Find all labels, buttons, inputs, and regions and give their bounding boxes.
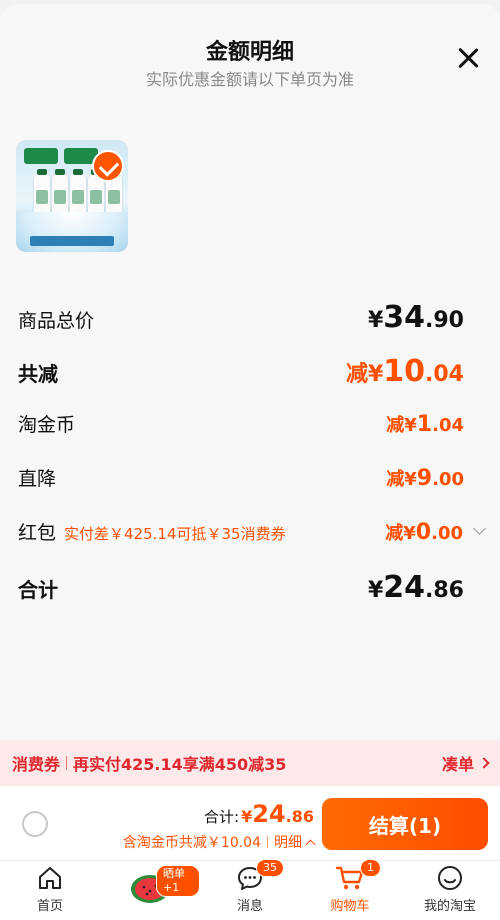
currency-symbol: ¥ — [367, 578, 384, 603]
zhijiang-amount: 减¥9.00 — [386, 465, 464, 491]
chevron-up-icon — [305, 839, 316, 849]
profile-icon — [438, 866, 462, 890]
discount-prefix: 减 — [345, 362, 368, 387]
redpacket-amount: 减¥0.00 — [385, 519, 463, 545]
checkout-total-label: 合计: — [204, 808, 240, 826]
row-total-price: 商品总价 ¥34.90 — [18, 300, 464, 335]
sum-label: 合计 — [18, 578, 58, 602]
currency-symbol: ¥ — [404, 415, 417, 436]
amount-detail-sheet: 金额明细 实际优惠金额请以下单页为准 商品总价 ¥34.90 共减 减¥10.0… — [0, 4, 500, 860]
redpacket-note: 实付差￥425.14可抵￥35消费券 — [64, 525, 286, 543]
currency-symbol: ¥ — [403, 523, 416, 544]
coupon-action-label: 凑单 — [441, 755, 474, 774]
total-price-label: 商品总价 — [18, 310, 95, 332]
amount-integer: 10 — [383, 354, 426, 389]
amount-decimal: .86 — [425, 578, 464, 603]
redpacket-label-group: 红包 实付差￥425.14可抵￥35消费券 — [18, 518, 286, 545]
chevron-down-icon[interactable] — [473, 522, 486, 535]
total-price-amount: ¥34.90 — [368, 300, 464, 335]
currency-symbol: ¥ — [367, 362, 384, 387]
product-banner — [24, 148, 98, 164]
currency-symbol: ¥ — [241, 807, 253, 826]
tab-badge: 1 — [360, 859, 381, 877]
discount-prefix: 减 — [386, 415, 405, 436]
taojinbi-amount: 减¥1.04 — [386, 411, 464, 437]
row-taojinbi: 淘金币 减¥1.04 — [18, 410, 464, 437]
amount-decimal: .86 — [285, 807, 314, 826]
coupon-divider — [66, 756, 68, 770]
tab-label: 首页 — [36, 899, 63, 914]
checkout-total: 合计: ¥24.86 — [204, 800, 314, 828]
home-icon — [39, 867, 61, 889]
amount-decimal: .04 — [425, 362, 464, 387]
chevron-right-icon — [478, 757, 490, 769]
checkout-savings: 含淘金币共减￥10.04 明细 — [122, 832, 316, 852]
product-caption-bar — [30, 236, 114, 246]
select-all-radio[interactable] — [22, 811, 48, 837]
sheet-title: 金额明细 — [205, 40, 294, 65]
redpacket-label: 红包 — [18, 522, 57, 544]
close-icon[interactable] — [454, 44, 482, 72]
amount-integer: 24 — [383, 570, 426, 605]
selected-check-icon[interactable] — [92, 150, 124, 182]
row-total-discount: 共减 减¥10.04 — [18, 354, 464, 389]
amount-integer: 0 — [415, 520, 432, 545]
checkout-total-amount: ¥24.86 — [241, 800, 314, 828]
bottom-tab-bar: 首页 晒单+1 35 消息 1 购物车 我的淘宝 — [0, 859, 500, 920]
row-redpacket[interactable]: 红包 实付差￥425.14可抵￥35消费券 减¥0.00 — [18, 518, 486, 545]
discount-prefix: 减 — [386, 469, 405, 490]
savings-text: 含淘金币共减￥10.04 — [122, 835, 261, 851]
savings-divider — [267, 836, 268, 848]
amount-integer: 1 — [416, 412, 433, 437]
amount-decimal: .04 — [432, 415, 464, 436]
taojinbi-label: 淘金币 — [18, 414, 76, 436]
tab-badge: 35 — [256, 859, 284, 877]
settle-button[interactable]: 结算(1) — [322, 798, 488, 850]
tab-my-taobao[interactable]: 我的淘宝 — [400, 861, 500, 920]
tab-badge: 晒单+1 — [156, 865, 200, 897]
coupon-message: 再实付425.14享满450减35 — [73, 755, 287, 774]
checkout-bar: 合计: ¥24.86 含淘金币共减￥10.04 明细 结算(1) — [0, 786, 500, 860]
amount-integer: 9 — [416, 466, 433, 491]
detail-label: 明细 — [274, 835, 302, 851]
tab-share-order[interactable]: 晒单+1 — [100, 861, 200, 920]
tab-messages[interactable]: 35 消息 — [200, 859, 300, 920]
sheet-subtitle: 实际优惠金额请以下单页为准 — [145, 70, 354, 89]
total-discount-amount: 减¥10.04 — [346, 354, 464, 389]
milk-splash — [16, 212, 128, 252]
tab-label: 购物车 — [330, 899, 370, 914]
currency-symbol: ¥ — [404, 469, 417, 490]
currency-symbol: ¥ — [367, 308, 384, 333]
sum-amount: ¥24.86 — [368, 570, 464, 605]
detail-toggle[interactable]: 明细 — [274, 832, 316, 852]
row-sum: 合计 ¥24.86 — [18, 570, 464, 605]
tab-home[interactable]: 首页 — [0, 861, 100, 920]
zhijiang-label: 直降 — [18, 468, 57, 490]
tab-label: 我的淘宝 — [423, 899, 476, 914]
total-discount-label: 共减 — [18, 362, 58, 386]
tab-label: 消息 — [236, 899, 263, 914]
coupon-tag: 消费券 — [12, 755, 61, 774]
tab-cart[interactable]: 1 购物车 — [300, 859, 400, 920]
amount-integer: 24 — [252, 800, 286, 828]
amount-integer: 34 — [383, 300, 426, 335]
amount-decimal: .00 — [431, 523, 463, 544]
coupon-strip[interactable]: 消费券 再实付425.14享满450减35 凑单 — [0, 740, 500, 786]
redpacket-amount-group: 减¥0.00 — [385, 519, 486, 545]
discount-prefix: 减 — [385, 523, 404, 544]
amount-decimal: .00 — [432, 469, 464, 490]
screen: 金额明细 实际优惠金额请以下单页为准 商品总价 ¥34.90 共减 减¥10.0… — [0, 0, 500, 920]
amount-decimal: .90 — [425, 308, 464, 333]
row-zhijiang: 直降 减¥9.00 — [18, 464, 464, 491]
coupon-action-button[interactable]: 凑单 — [441, 751, 490, 775]
